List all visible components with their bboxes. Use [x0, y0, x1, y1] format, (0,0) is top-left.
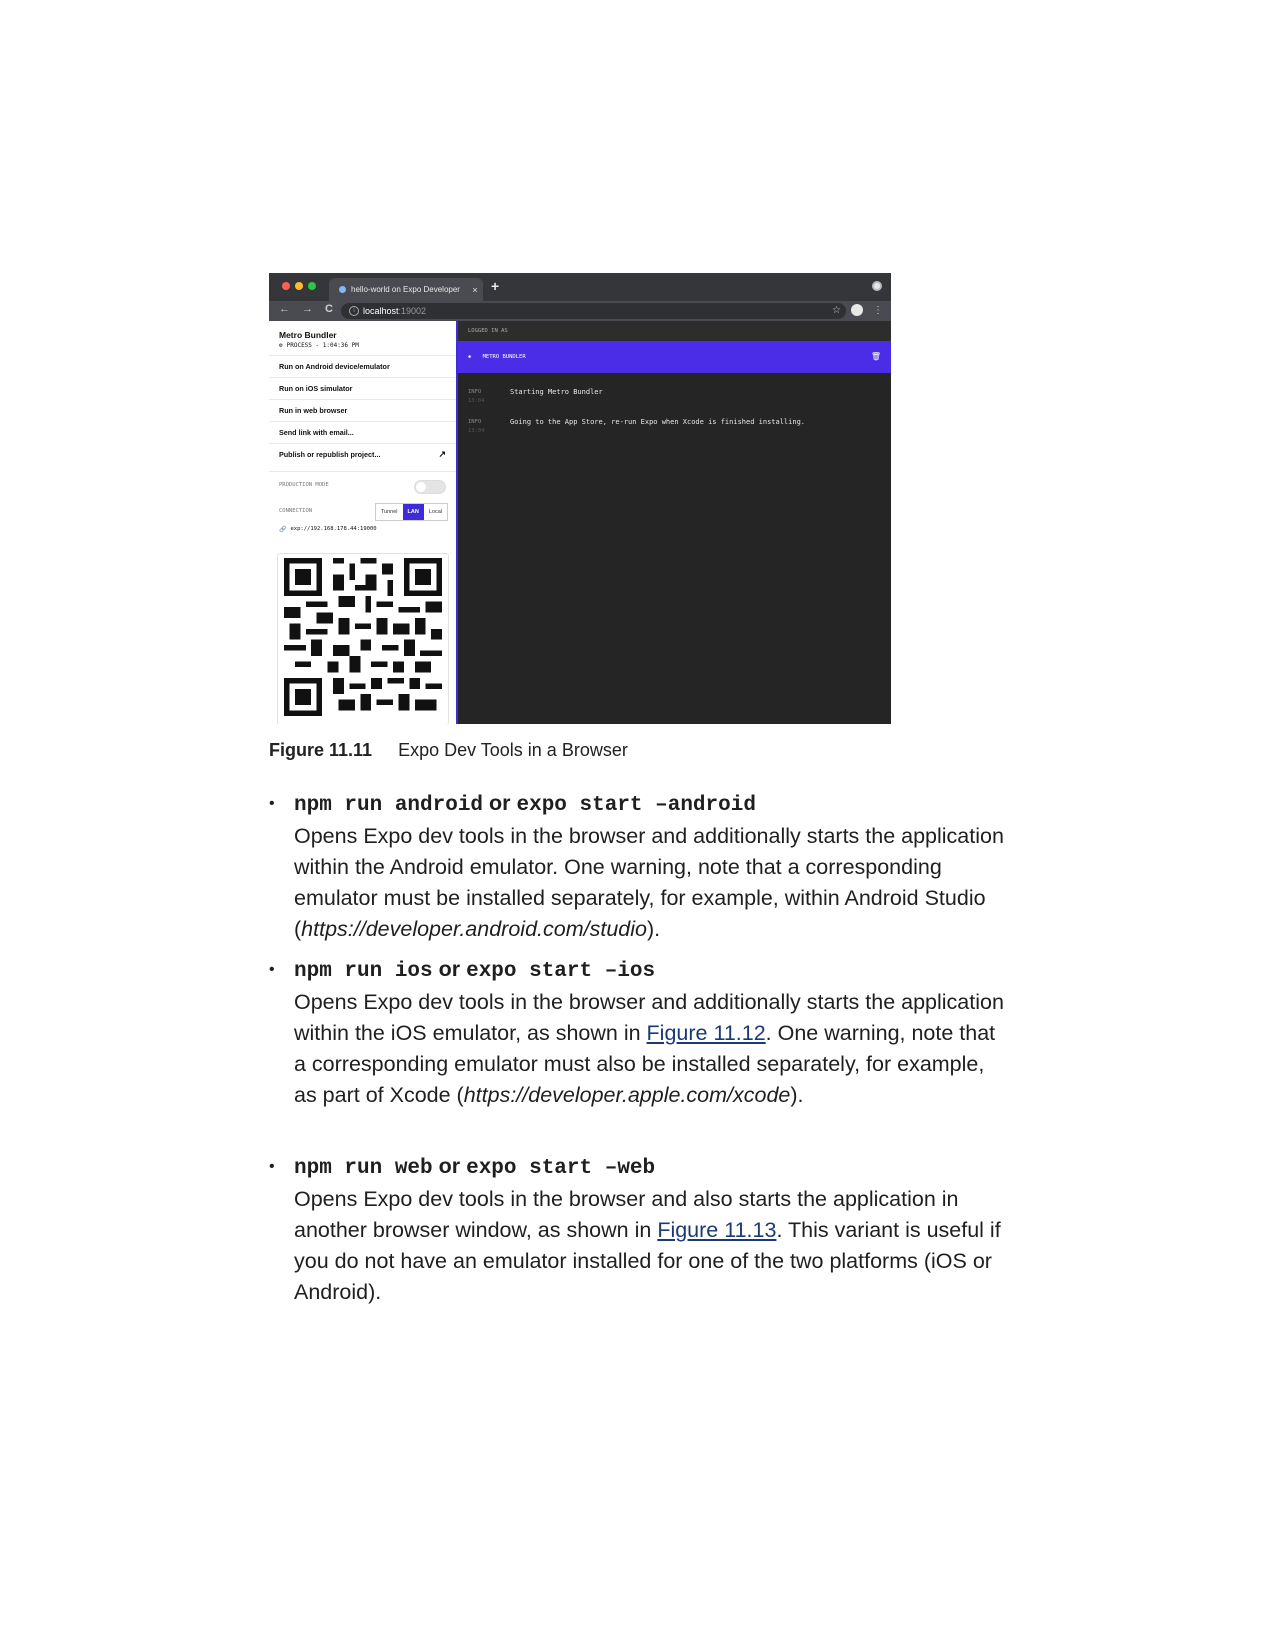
connection-label: CONNECTION	[279, 508, 313, 514]
expo-favicon-icon	[339, 286, 346, 293]
command-alt: expo start –android	[516, 794, 756, 817]
back-icon[interactable]: ←	[279, 303, 290, 315]
forward-icon[interactable]: →	[302, 303, 313, 315]
exp-url-row: 🔗 exp://192.168.178.44:19000	[269, 524, 456, 535]
command-alt: expo start –ios	[466, 960, 656, 983]
bullet-icon: •	[269, 1158, 275, 1175]
figure-title: Expo Dev Tools in a Browser	[398, 740, 628, 760]
command-primary: npm run android	[294, 794, 484, 817]
close-tab-icon[interactable]: ×	[467, 285, 483, 295]
info-icon[interactable]: i	[349, 306, 359, 316]
window-controls	[282, 282, 316, 290]
console-panel: LOGGED IN AS ◈ METRO BUNDLER 🗑 INFO 13:04…	[458, 321, 891, 724]
log-level: INFO	[468, 419, 482, 425]
run-web-button[interactable]: Run in web browser	[269, 399, 456, 421]
command-primary: npm run ios	[294, 960, 433, 983]
log-time: 13:04	[468, 398, 485, 404]
url-port: :19002	[398, 306, 427, 316]
link-icon: 🔗	[279, 526, 287, 533]
qr-code-card	[277, 553, 449, 724]
production-mode-label: PRODUCTION MODE	[279, 482, 329, 488]
figure-link[interactable]: Figure 11.12	[647, 1021, 766, 1045]
qr-code-icon	[284, 558, 442, 716]
log-message: Starting Metro Bundler	[510, 388, 603, 396]
figure-link[interactable]: Figure 11.13	[657, 1218, 776, 1242]
production-mode-toggle[interactable]	[414, 480, 446, 494]
profile-icon[interactable]	[872, 281, 882, 291]
expo-sidebar: Metro Bundler ⚙ PROCESS - 1:04:36 PM Run…	[269, 321, 458, 724]
process-gear-icon: ⚙	[279, 342, 283, 349]
menu-kebab-icon[interactable]: ⋮	[873, 305, 883, 316]
production-mode-row: PRODUCTION MODE	[269, 471, 456, 498]
trash-icon[interactable]: 🗑	[871, 341, 881, 373]
connection-lan-option[interactable]: LAN	[402, 504, 424, 520]
url-host: localhost	[363, 306, 399, 316]
tab-title: hello-world on Expo Developer	[351, 285, 460, 294]
description-text: ).	[790, 1083, 804, 1107]
url-text: https://developer.android.com/studio	[301, 917, 647, 941]
connection-local-option[interactable]: Local	[424, 504, 447, 520]
list-item: • npm run android or expo start –android…	[269, 788, 1009, 945]
publish-button[interactable]: Publish or republish project... ↗	[269, 443, 456, 465]
command-primary: npm run web	[294, 1157, 433, 1180]
exp-url[interactable]: exp://192.168.178.44:19000	[290, 526, 376, 533]
reload-icon[interactable]: C	[325, 303, 333, 315]
tab-bar: hello-world on Expo Developer × +	[269, 273, 891, 301]
or-word: or	[489, 791, 511, 815]
connection-selector: Tunnel LAN Local	[374, 503, 448, 521]
close-window-icon[interactable]	[282, 282, 290, 290]
minimize-window-icon[interactable]	[295, 282, 303, 290]
log-line: INFO 13:04 Going to the App Store, re-run…	[458, 409, 891, 439]
browser-screenshot: hello-world on Expo Developer × + ← → C …	[269, 273, 891, 724]
process-info: ⚙ PROCESS - 1:04:36 PM	[269, 342, 456, 355]
bullet-icon: •	[269, 961, 275, 978]
bookmark-star-icon[interactable]: ☆	[832, 305, 841, 316]
page-content: Metro Bundler ⚙ PROCESS - 1:04:36 PM Run…	[269, 321, 891, 724]
connection-tunnel-option[interactable]: Tunnel	[376, 504, 403, 520]
description-text: ).	[646, 917, 661, 941]
url-text: https://developer.apple.com/xcode	[463, 1083, 791, 1107]
maximize-window-icon[interactable]	[308, 282, 316, 290]
log-message: Going to the App Store, re-run Expo when…	[510, 418, 806, 426]
log-output: INFO 13:04 Starting Metro Bundler INFO 13:…	[458, 373, 891, 439]
publish-label: Publish or republish project...	[279, 450, 381, 459]
log-time: 13:04	[468, 428, 485, 434]
bundler-layers-icon: ◈	[468, 354, 472, 360]
or-word: or	[438, 1154, 461, 1178]
list-item: • npm run ios or expo start –ios Opens E…	[269, 954, 1009, 1111]
new-tab-icon[interactable]: +	[491, 278, 499, 294]
sidebar-title: Metro Bundler	[279, 330, 337, 340]
figure-number: Figure 11.11	[269, 740, 373, 760]
process-time: PROCESS - 1:04:36 PM	[286, 342, 359, 349]
command-alt: expo start –web	[466, 1157, 656, 1180]
external-link-icon: ↗	[438, 449, 446, 459]
browser-toolbar: ← → C i localhost:19002 ☆ ⋮	[269, 301, 891, 321]
browser-tab[interactable]: hello-world on Expo Developer ×	[329, 278, 483, 301]
metro-bundler-header[interactable]: ◈ METRO BUNDLER 🗑	[458, 341, 891, 373]
address-bar[interactable]: i localhost:19002	[341, 303, 846, 319]
bundler-title: METRO BUNDLER	[482, 354, 526, 360]
send-link-button[interactable]: Send link with email...	[269, 421, 456, 443]
figure-caption: Figure 11.11 Expo Dev Tools in a Browser	[269, 740, 628, 761]
connection-row: CONNECTION Tunnel LAN Local	[269, 498, 456, 524]
logged-in-bar: LOGGED IN AS	[458, 321, 891, 341]
account-icon[interactable]	[851, 304, 863, 316]
run-ios-button[interactable]: Run on iOS simulator	[269, 377, 456, 399]
or-word: or	[438, 957, 461, 981]
run-android-button[interactable]: Run on Android device/emulator	[269, 355, 456, 377]
log-level: INFO	[468, 389, 482, 395]
log-line: INFO 13:04 Starting Metro Bundler	[458, 379, 891, 409]
bullet-icon: •	[269, 795, 275, 812]
list-item: • npm run web or expo start –web Opens E…	[269, 1151, 1009, 1308]
